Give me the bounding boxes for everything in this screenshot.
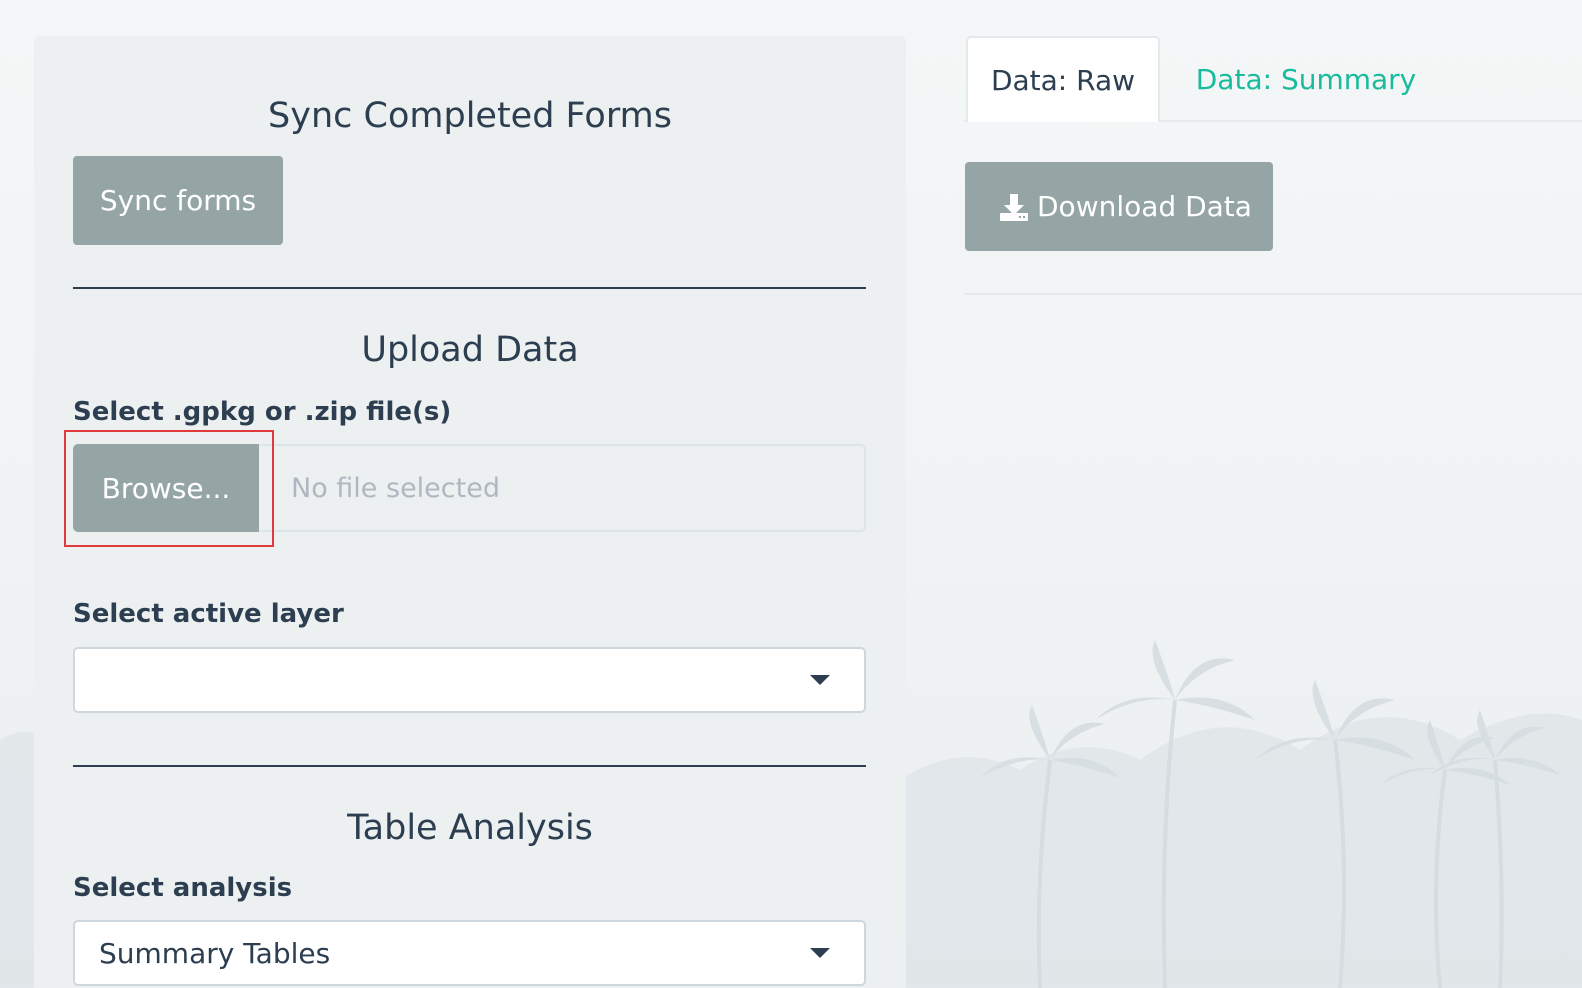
layer-select-label: Select active layer <box>73 599 344 629</box>
main-panel: Data: Raw Data: Summary Download Data <box>964 36 1582 336</box>
highlight-box <box>64 430 274 547</box>
download-icon <box>1000 193 1028 221</box>
download-data-button[interactable]: Download Data <box>965 162 1273 251</box>
chevron-down-icon <box>810 675 830 685</box>
divider <box>73 765 866 767</box>
analysis-select-label: Select analysis <box>73 873 293 903</box>
table-analysis-title: Table Analysis <box>347 808 593 848</box>
file-name-field[interactable]: No file selected <box>259 444 866 532</box>
tab-data-summary[interactable]: Data: Summary <box>1176 36 1436 122</box>
divider <box>73 287 866 289</box>
content-divider <box>964 293 1582 295</box>
sync-section-title: Sync Completed Forms <box>268 96 672 136</box>
tab-data-raw[interactable]: Data: Raw <box>966 36 1160 122</box>
chevron-down-icon <box>810 948 830 958</box>
file-input-label: Select .gpkg or .zip file(s) <box>73 397 452 427</box>
analysis-select-value: Summary Tables <box>99 936 331 970</box>
tab-bar: Data: Raw Data: Summary <box>964 36 1582 122</box>
upload-section-title: Upload Data <box>361 330 579 370</box>
sync-forms-button[interactable]: Sync forms <box>73 156 283 245</box>
analysis-select[interactable]: Summary Tables <box>73 920 866 986</box>
layer-select[interactable] <box>73 647 866 713</box>
download-data-label: Download Data <box>1037 190 1252 223</box>
